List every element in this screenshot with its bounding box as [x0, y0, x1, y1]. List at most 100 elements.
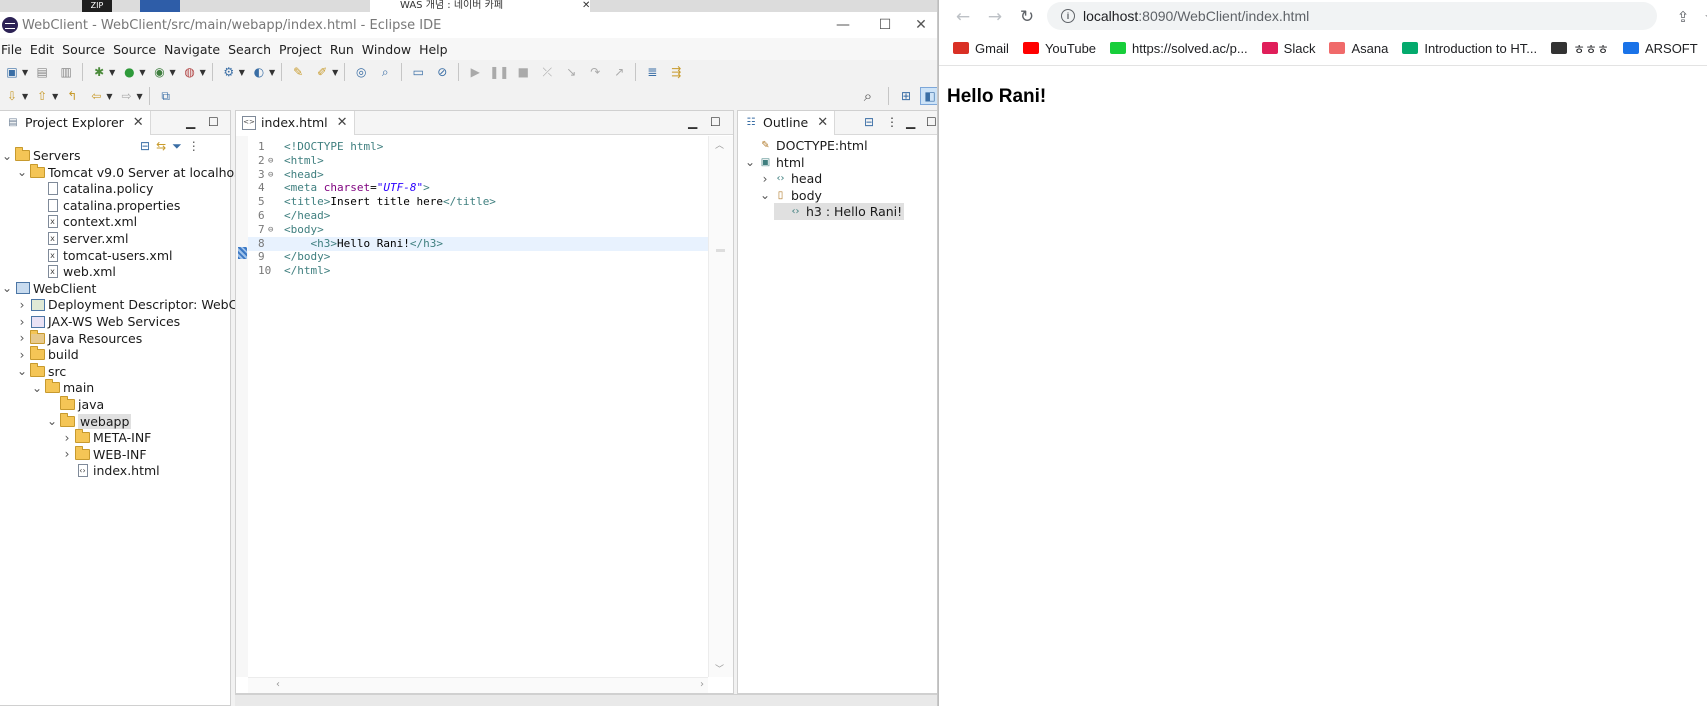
forward-icon[interactable]: →	[983, 5, 1007, 29]
address-bar[interactable]: i localhost:8090/WebClient/index.html	[1047, 2, 1657, 30]
tree-item[interactable]: › META-INF	[61, 429, 151, 446]
menu-item-help[interactable]: Help	[419, 42, 455, 57]
vertical-scrollbar[interactable]: ︿ ﹀	[708, 136, 733, 677]
tree-item[interactable]: x web.xml	[31, 263, 116, 280]
outline-item[interactable]: ‹› h3 : Hello Rani!	[774, 203, 905, 221]
tree-item[interactable]: › JAX-WS Web Services	[16, 313, 181, 330]
menu-item-window[interactable]: Window	[362, 42, 418, 57]
next-annotation-icon[interactable]: ⇩	[2, 87, 22, 105]
collapse-all-icon[interactable]: ⊟	[140, 139, 150, 154]
chevron-right-icon[interactable]: ›	[16, 298, 28, 312]
code-line[interactable]: 4 <meta charset="UTF-8">	[248, 181, 708, 195]
scroll-left-icon[interactable]: ‹	[276, 679, 280, 690]
minimize-view-icon[interactable]: ▁	[186, 115, 195, 129]
outline-item[interactable]: ⌄ ▣ html	[744, 154, 805, 171]
fold-toggle-icon[interactable]: ⊖	[268, 223, 273, 237]
chevron-down-icon[interactable]: ▼	[139, 68, 145, 77]
step-into-icon[interactable]: ↘	[561, 63, 581, 81]
coverage-icon[interactable]: ◉	[149, 63, 169, 81]
chevron-down-icon[interactable]: ▼	[169, 68, 175, 77]
back-icon[interactable]: ⇦	[86, 87, 106, 105]
code-line[interactable]: 1 <!DOCTYPE html>	[248, 140, 708, 154]
code-line[interactable]: 6 </head>	[248, 209, 708, 223]
chevron-right-icon[interactable]: ›	[61, 447, 73, 461]
chevron-right-icon[interactable]: ›	[759, 172, 771, 186]
scroll-up-icon[interactable]: ︿	[715, 138, 724, 151]
scroll-right-icon[interactable]: ›	[700, 679, 704, 690]
tree-item[interactable]: ‹› index.html	[61, 462, 160, 479]
horizontal-scrollbar[interactable]: ‹ ›	[248, 677, 708, 693]
close-icon[interactable]: ✕	[582, 0, 590, 12]
bookmark-youtube[interactable]: YouTube	[1022, 41, 1096, 56]
code-line[interactable]: 7 ⊖ <body>	[248, 223, 708, 237]
previous-annotation-icon[interactable]: ⇧	[32, 87, 52, 105]
scroll-down-icon[interactable]: ﹀	[715, 662, 724, 675]
link-editor-icon[interactable]: ⇆	[156, 139, 166, 154]
tree-item[interactable]: x tomcat-users.xml	[31, 247, 172, 264]
maximize-view-icon[interactable]: ☐	[208, 115, 219, 129]
minimize-view-icon[interactable]: ▁	[906, 115, 915, 129]
chevron-right-icon[interactable]: ›	[61, 431, 73, 445]
suspend-icon[interactable]: ❚❚	[489, 63, 509, 81]
menu-item-project[interactable]: Project	[279, 42, 329, 57]
bookmark-w3schools[interactable]: Introduction to HT...	[1402, 41, 1537, 56]
tree-item[interactable]: catalina.policy	[31, 180, 153, 197]
chevron-right-icon[interactable]: ›	[16, 348, 28, 362]
code-line[interactable]: 3 ⊖ <head>	[248, 168, 708, 182]
code-editor[interactable]: 1 <!DOCTYPE html> 2 ⊖ <html> 3 ⊖ <head> 4 <meta c…	[248, 136, 708, 677]
chevron-down-icon[interactable]: ⌄	[31, 381, 43, 395]
chevron-down-icon[interactable]: ▼	[332, 68, 338, 77]
tree-item[interactable]: x context.xml	[31, 213, 137, 230]
tab-outline[interactable]: ☷ Outline ✕	[738, 110, 836, 135]
jee-perspective-icon[interactable]: ◧	[920, 87, 937, 105]
tree-item[interactable]: x server.xml	[31, 230, 128, 247]
code-line[interactable]: 2 ⊖ <html>	[248, 154, 708, 168]
step-over-icon[interactable]: ↷	[585, 63, 605, 81]
tree-item[interactable]: › WEB-INF	[61, 445, 147, 463]
search-icon[interactable]: ⌕	[858, 87, 878, 105]
chevron-down-icon[interactable]: ⌄	[46, 414, 58, 428]
new-icon[interactable]: ▣	[2, 63, 22, 81]
outline-item[interactable]: › ‹› head	[759, 170, 823, 187]
forward-icon[interactable]: ⇨	[116, 87, 136, 105]
tab-index-html[interactable]: <> index.html ✕	[236, 110, 355, 135]
word-wrap-icon[interactable]: ≣	[642, 63, 662, 81]
outline-item[interactable]: ⌄ ▯ body	[759, 187, 822, 204]
tree-item[interactable]: ⌄ webapp	[46, 412, 132, 430]
chevron-down-icon[interactable]: ▼	[269, 68, 275, 77]
minimize-view-icon[interactable]: ▁	[688, 115, 697, 129]
terminal-icon[interactable]: ▭	[408, 63, 428, 81]
chevron-down-icon[interactable]: ▼	[109, 68, 115, 77]
globe-icon[interactable]: ◎	[351, 63, 371, 81]
bookmark-gmail[interactable]: Gmail	[953, 41, 1009, 56]
maximize-view-icon[interactable]: ☐	[926, 115, 937, 129]
menu-item-file[interactable]: File	[1, 42, 29, 57]
tab-project-explorer[interactable]: ▤ Project Explorer ✕	[0, 110, 151, 135]
tree-item[interactable]: ⌄ Servers	[1, 147, 81, 164]
close-icon[interactable]: ✕	[133, 115, 144, 130]
chevron-down-icon[interactable]: ⌄	[16, 364, 28, 378]
chevron-down-icon[interactable]: ⌄	[744, 155, 756, 169]
chevron-down-icon[interactable]: ▼	[52, 92, 58, 101]
bookmark-star-icon[interactable]: ☆	[1699, 5, 1707, 29]
close-icon[interactable]: ✕	[817, 115, 828, 130]
chevron-down-icon[interactable]: ▼	[22, 92, 28, 101]
terminate-icon[interactable]: ■	[513, 63, 533, 81]
menu-item-edit[interactable]: Edit	[30, 42, 61, 57]
last-edit-icon[interactable]: ↰	[62, 87, 82, 105]
close-window-button[interactable]: ✕	[904, 12, 937, 38]
view-menu-icon[interactable]: ⋮	[188, 139, 200, 154]
search-tool-icon[interactable]: ⌕	[375, 63, 395, 81]
pin-editor-icon[interactable]: ⧉	[156, 87, 176, 105]
debug-icon[interactable]: ✱	[89, 63, 109, 81]
chevron-right-icon[interactable]: ›	[16, 331, 28, 345]
outline-item[interactable]: ✎ DOCTYPE:html	[744, 137, 867, 154]
run-icon[interactable]: ●	[119, 63, 139, 81]
tree-item[interactable]: java	[46, 396, 104, 413]
bookmark-erd[interactable]: ㅎㅎㅎ	[1551, 39, 1609, 58]
menu-item-search[interactable]: Search	[228, 42, 278, 57]
step-return-icon[interactable]: ↗	[609, 63, 629, 81]
tree-item[interactable]: ⌄ src	[16, 362, 66, 380]
chevron-down-icon[interactable]: ⌄	[1, 281, 13, 295]
view-menu-icon[interactable]: ⋮	[886, 115, 898, 129]
